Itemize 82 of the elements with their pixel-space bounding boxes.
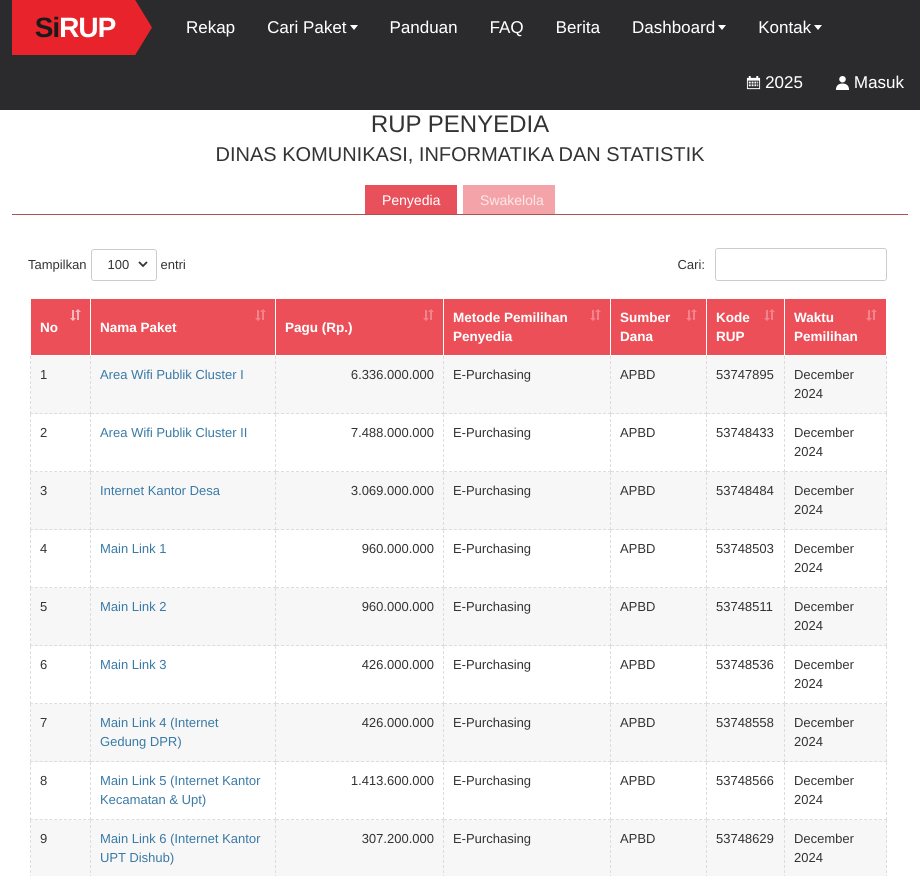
fund-source-cell: APBD — [620, 425, 656, 440]
number-cell: 3 — [40, 483, 48, 498]
column-header[interactable]: Nama Paket — [90, 299, 276, 356]
schedule-cell: December 2024 — [794, 367, 854, 401]
nav-link[interactable]: Kontak — [742, 18, 838, 38]
rup-code-cell: 53748566 — [716, 773, 774, 788]
nav-link[interactable]: Dashboard — [616, 18, 742, 38]
number-cell: 8 — [40, 773, 48, 788]
fund-source-cell: APBD — [620, 657, 656, 672]
nav-link[interactable]: FAQ — [474, 18, 540, 38]
budget-cell: 960.000.000 — [362, 541, 434, 556]
page-title: RUP PENYEDIA — [370, 112, 550, 138]
fund-source-cell: APBD — [620, 599, 656, 614]
column-header[interactable]: Waktu Pemilihan — [784, 299, 886, 356]
budget-cell: 307.200.000 — [362, 831, 434, 846]
method-cell: E-Purchasing — [453, 715, 532, 730]
schedule-cell: December 2024 — [794, 425, 854, 459]
schedule-cell: December 2024 — [794, 483, 854, 517]
rup-code-cell: 53748558 — [716, 715, 774, 730]
schedule-cell: December 2024 — [794, 831, 854, 865]
number-cell: 1 — [40, 367, 48, 382]
number-cell: 4 — [40, 541, 48, 556]
method-cell: E-Purchasing — [453, 773, 532, 788]
method-cell: E-Purchasing — [453, 599, 532, 614]
fund-source-cell: APBD — [620, 831, 656, 846]
number-cell: 7 — [40, 715, 48, 730]
number-cell: 5 — [40, 599, 48, 614]
tab[interactable]: Penyedia — [365, 185, 457, 214]
budget-cell: 3.069.000.000 — [350, 483, 434, 498]
login-link[interactable]: Masuk — [834, 72, 904, 92]
number-cell: 9 — [40, 831, 48, 846]
budget-cell: 426.000.000 — [362, 715, 434, 730]
column-header[interactable]: Metode Pemilihan Penyedia — [444, 299, 610, 356]
column-header[interactable]: Sumber Dana — [610, 299, 706, 356]
nav-link[interactable]: Panduan — [374, 18, 474, 38]
budget-cell: 7.488.000.000 — [350, 425, 434, 440]
method-cell: E-Purchasing — [453, 831, 532, 846]
schedule-cell: December 2024 — [794, 599, 854, 633]
fund-source-cell: APBD — [620, 483, 656, 498]
nav-link[interactable]: Rekap — [170, 18, 252, 38]
method-cell: E-Purchasing — [453, 483, 532, 498]
logo[interactable]: SiRUP — [12, 0, 152, 55]
page-subtitle: DINAS KOMUNIKASI, INFORMATIKA DAN STATISTIK — [214, 144, 706, 167]
schedule-cell: December 2024 — [794, 657, 854, 691]
search-field[interactable] — [715, 248, 887, 281]
method-cell: E-Purchasing — [453, 657, 532, 672]
method-cell: E-Purchasing — [453, 541, 532, 556]
rup-code-cell: 53748484 — [716, 483, 774, 498]
nav-link[interactable]: Cari Paket — [251, 18, 374, 38]
column-header[interactable]: Pagu (Rp.) — [276, 299, 444, 356]
schedule-cell: December 2024 — [794, 715, 854, 749]
column-header[interactable]: Kode RUP — [706, 299, 784, 356]
year-link[interactable]: 2025 — [746, 72, 803, 92]
search-label: Cari: — [678, 257, 705, 272]
budget-cell: 426.000.000 — [362, 657, 434, 672]
length-label: Tampilkan — [28, 257, 87, 272]
rup-code-cell: 53748503 — [716, 541, 774, 556]
number-cell: 6 — [40, 657, 48, 672]
rup-code-cell: 53748629 — [716, 831, 774, 846]
rup-code-cell: 53747895 — [716, 367, 774, 382]
fund-source-cell: APBD — [620, 773, 656, 788]
page-size-select[interactable]: 100 — [90, 248, 157, 280]
rup-code-cell: 53748511 — [716, 599, 773, 614]
method-cell: E-Purchasing — [453, 367, 532, 382]
chevron-icon — [138, 261, 148, 268]
number-cell: 2 — [40, 425, 48, 440]
schedule-cell: December 2024 — [794, 541, 854, 575]
calendar-icon — [746, 75, 762, 90]
fund-source-cell: APBD — [620, 541, 656, 556]
nav-link[interactable]: Berita — [540, 18, 616, 38]
column-header[interactable]: No — [30, 299, 90, 356]
budget-cell: 1.413.600.000 — [350, 773, 434, 788]
schedule-cell: December 2024 — [794, 773, 854, 807]
method-cell: E-Purchasing — [453, 425, 532, 440]
fund-source-cell: APBD — [620, 715, 656, 730]
rup-code-cell: 53748433 — [716, 425, 774, 440]
budget-cell: 6.336.000.000 — [350, 367, 434, 382]
rup-code-cell: 53748536 — [716, 657, 774, 672]
budget-cell: 960.000.000 — [362, 599, 434, 614]
fund-source-cell: APBD — [620, 367, 656, 382]
user-icon — [834, 75, 850, 90]
length-label: entri — [160, 257, 186, 272]
